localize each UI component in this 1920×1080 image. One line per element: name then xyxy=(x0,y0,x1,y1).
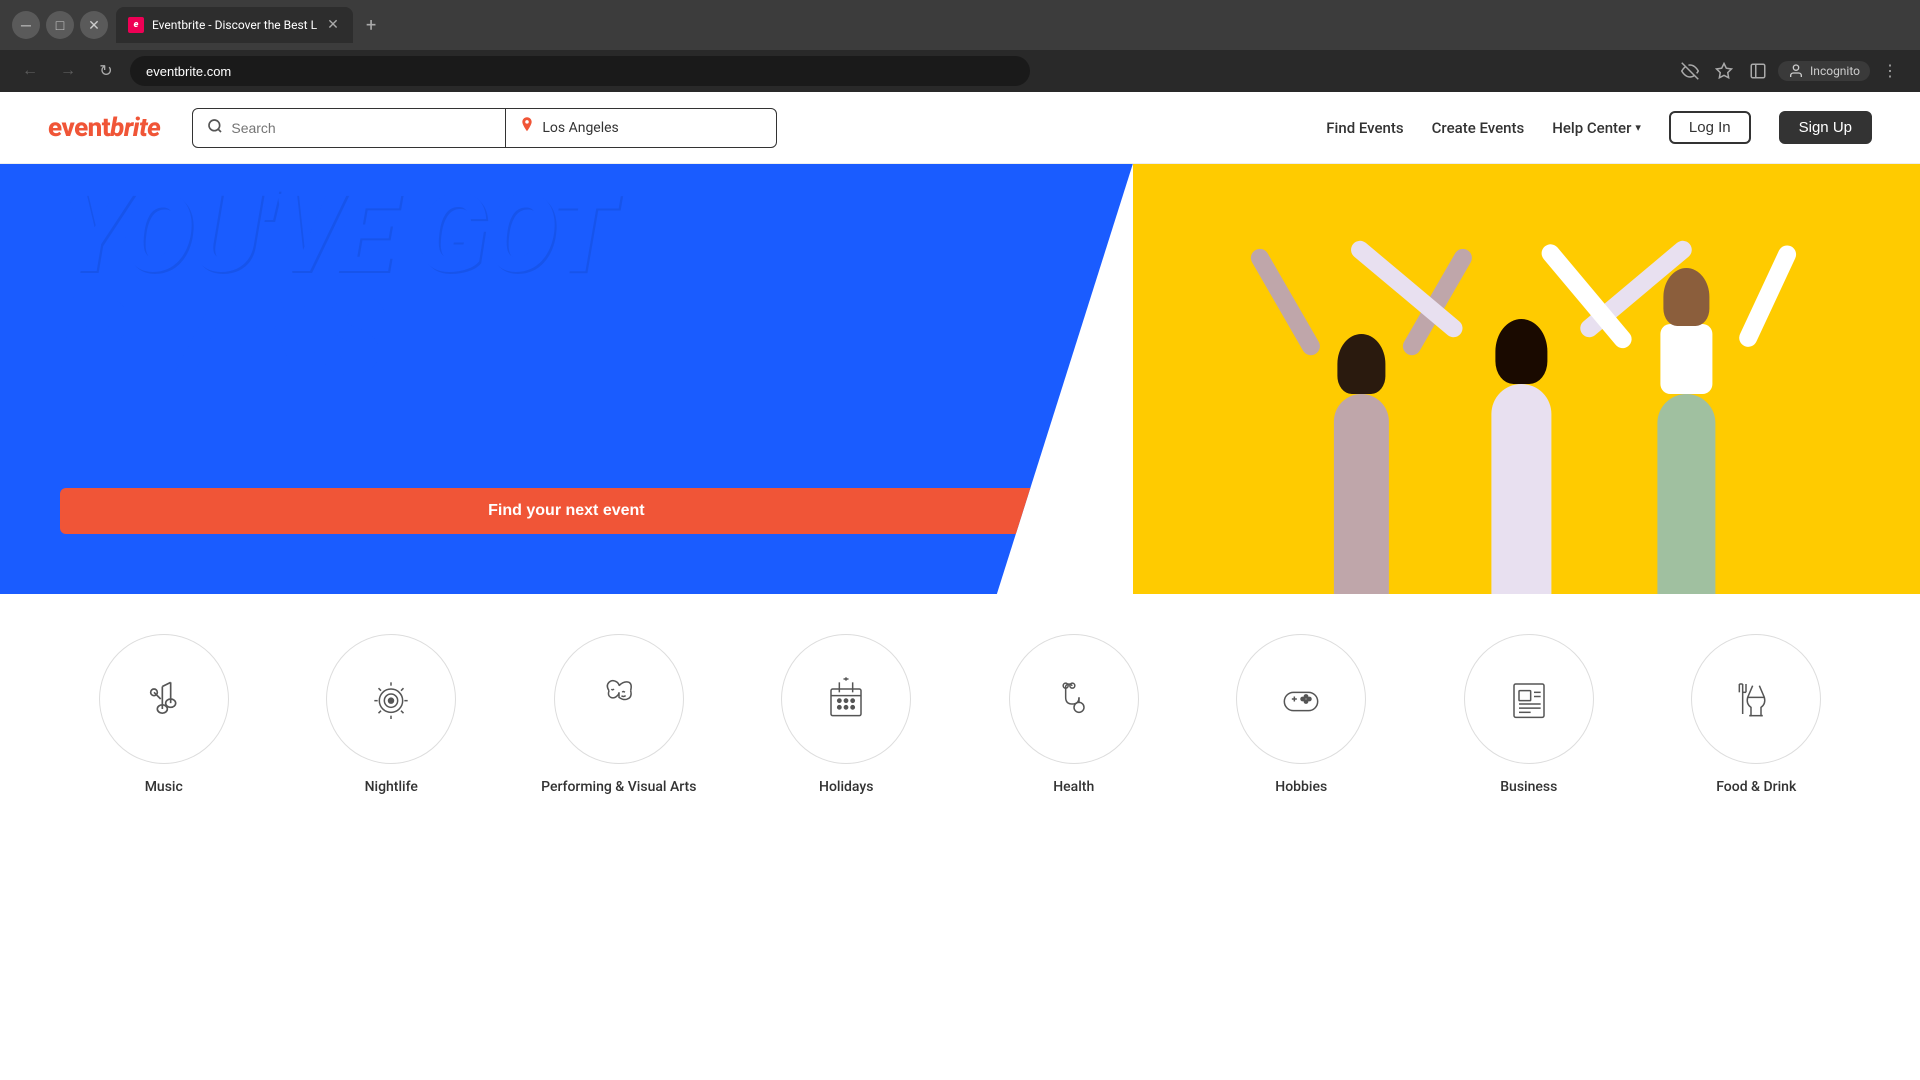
category-hobbies[interactable]: Hobbies xyxy=(1198,634,1406,796)
new-tab-button[interactable]: + xyxy=(357,11,385,39)
menu-button[interactable]: ⋮ xyxy=(1876,57,1904,85)
site-header: eventbrite Los Angeles Find Events Creat… xyxy=(0,92,1920,164)
music-icon xyxy=(139,674,189,724)
category-circle-holidays xyxy=(781,634,911,764)
holidays-icon xyxy=(821,674,871,724)
logo-text: eventbrite xyxy=(48,113,160,143)
forward-button[interactable]: → xyxy=(54,57,82,85)
hero-headline-line2: PLANS xyxy=(60,287,1133,390)
category-circle-health xyxy=(1009,634,1139,764)
hero-cta-button[interactable]: Find your next event xyxy=(60,488,1073,534)
location-area[interactable]: Los Angeles xyxy=(506,117,776,139)
address-input[interactable] xyxy=(130,56,1030,86)
categories-section: Music Nightlif xyxy=(0,594,1920,816)
tab-favicon: e xyxy=(128,17,144,33)
address-bar-row: ← → ↻ Incognito ⋮ xyxy=(0,50,1920,92)
signup-button[interactable]: Sign Up xyxy=(1779,111,1872,144)
nav-links: Find Events Create Events Help Center ▾ … xyxy=(1326,111,1872,144)
category-label-business: Business xyxy=(1500,778,1557,796)
refresh-button[interactable]: ↻ xyxy=(92,57,120,85)
health-icon xyxy=(1049,674,1099,724)
hero-headline-wrapper: YOU'VE GOT PLANS xyxy=(60,184,1133,389)
category-circle-arts xyxy=(554,634,684,764)
bookmark-icon[interactable] xyxy=(1710,57,1738,85)
search-bar: Los Angeles xyxy=(192,108,777,148)
hero-section: YOU'VE GOT PLANS Find your next event xyxy=(0,164,1920,594)
create-events-link[interactable]: Create Events xyxy=(1432,119,1525,137)
browser-chrome: ─ □ ✕ e Eventbrite - Discover the Best L… xyxy=(0,0,1920,50)
location-pin-icon xyxy=(520,117,534,139)
category-label-health: Health xyxy=(1053,778,1094,796)
category-circle-hobbies xyxy=(1236,634,1366,764)
find-events-link[interactable]: Find Events xyxy=(1326,119,1403,137)
category-label-music: Music xyxy=(145,778,183,796)
category-label-holidays: Holidays xyxy=(819,778,873,796)
browser-actions: Incognito ⋮ xyxy=(1676,57,1904,85)
category-circle-food xyxy=(1691,634,1821,764)
category-label-arts: Performing & Visual Arts xyxy=(541,778,696,796)
category-business[interactable]: Business xyxy=(1425,634,1633,796)
hero-headline-line1: YOU'VE GOT xyxy=(60,184,1133,287)
tab-close-button[interactable]: ✕ xyxy=(325,17,341,33)
category-performing-arts[interactable]: Performing & Visual Arts xyxy=(515,634,723,796)
category-health[interactable]: Health xyxy=(970,634,1178,796)
category-food-drink[interactable]: Food & Drink xyxy=(1653,634,1861,796)
category-label-food: Food & Drink xyxy=(1716,778,1796,796)
location-value: Los Angeles xyxy=(542,120,762,136)
active-tab[interactable]: e Eventbrite - Discover the Best L ✕ xyxy=(116,7,353,43)
incognito-badge[interactable]: Incognito xyxy=(1778,61,1870,81)
window-controls[interactable]: ─ □ ✕ xyxy=(12,11,108,39)
category-circle-nightlife xyxy=(326,634,456,764)
sidebar-icon[interactable] xyxy=(1744,57,1772,85)
category-label-nightlife: Nightlife xyxy=(365,778,418,796)
hero-yellow-panel xyxy=(1133,164,1920,594)
search-input[interactable] xyxy=(231,109,491,147)
tab-title: Eventbrite - Discover the Best L xyxy=(152,18,317,32)
login-button[interactable]: Log In xyxy=(1669,111,1751,144)
performing-arts-icon xyxy=(594,674,644,724)
minimize-button[interactable]: ─ xyxy=(12,11,40,39)
back-button[interactable]: ← xyxy=(16,57,44,85)
hero-blue-panel: YOU'VE GOT PLANS Find your next event xyxy=(0,164,1133,594)
food-drink-icon xyxy=(1731,674,1781,724)
category-music[interactable]: Music xyxy=(60,634,268,796)
category-circle-music xyxy=(99,634,229,764)
incognito-label: Incognito xyxy=(1810,64,1860,78)
chevron-down-icon: ▾ xyxy=(1635,121,1641,134)
search-input-area xyxy=(193,109,506,147)
category-nightlife[interactable]: Nightlife xyxy=(288,634,496,796)
hobbies-icon xyxy=(1276,674,1326,724)
tab-bar: e Eventbrite - Discover the Best L ✕ + xyxy=(116,7,1908,43)
help-center-link[interactable]: Help Center ▾ xyxy=(1552,119,1641,137)
category-label-hobbies: Hobbies xyxy=(1275,778,1327,796)
eye-off-icon[interactable] xyxy=(1676,57,1704,85)
category-holidays[interactable]: Holidays xyxy=(743,634,951,796)
maximize-button[interactable]: □ xyxy=(46,11,74,39)
categories-grid: Music Nightlif xyxy=(60,634,1860,796)
search-icon xyxy=(207,118,223,138)
logo[interactable]: eventbrite xyxy=(48,113,160,143)
business-icon xyxy=(1504,674,1554,724)
nightlife-icon xyxy=(366,674,416,724)
close-button[interactable]: ✕ xyxy=(80,11,108,39)
category-circle-business xyxy=(1464,634,1594,764)
